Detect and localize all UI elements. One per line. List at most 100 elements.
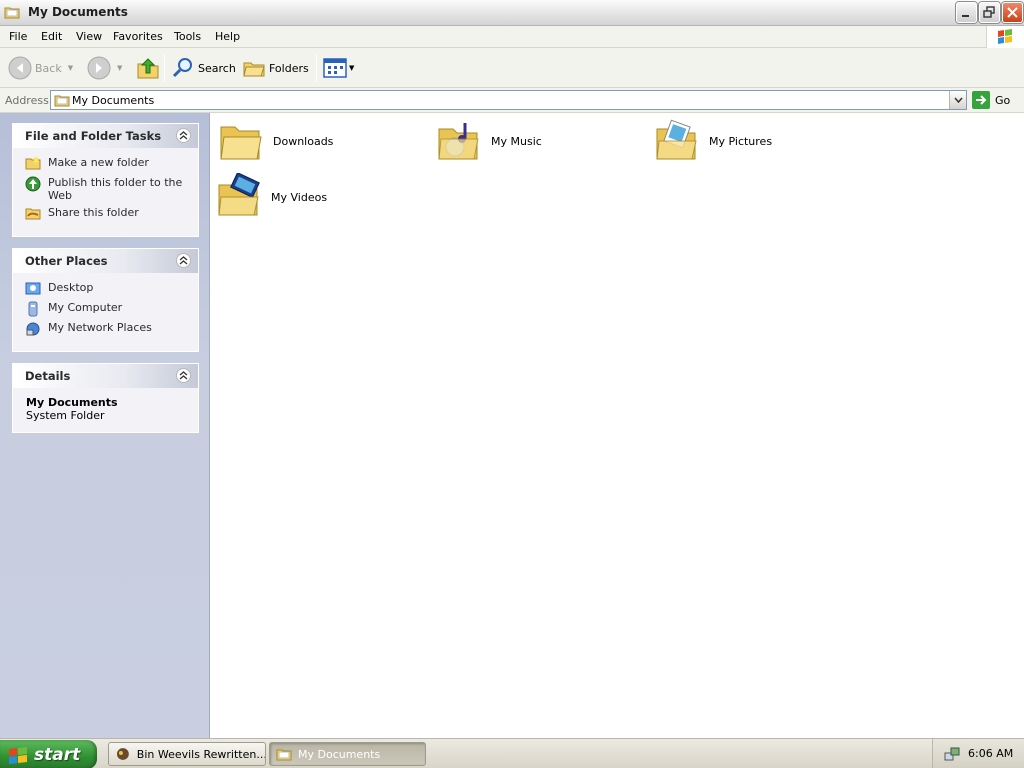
taskbar: start Bin Weevils Rewritten... My Docume… <box>0 738 1024 768</box>
go-arrow-icon <box>972 91 990 109</box>
menu-file[interactable]: File <box>9 30 27 43</box>
collapse-icon[interactable] <box>176 253 191 268</box>
windows-logo-icon <box>986 26 1024 48</box>
window-title: My Documents <box>28 5 128 19</box>
videos-folder-icon <box>218 173 260 216</box>
folder-my-videos[interactable]: My Videos <box>215 171 327 223</box>
documents-icon <box>276 749 292 761</box>
place-label: My Network Places <box>48 321 152 334</box>
forward-arrow-icon <box>87 56 111 80</box>
windows-logo-icon <box>9 746 27 764</box>
close-button[interactable] <box>1002 2 1023 23</box>
panel-header[interactable]: Details <box>13 364 198 388</box>
place-label: Desktop <box>48 281 94 294</box>
details-panel: Details My Documents System Folder <box>12 363 199 433</box>
views-icon <box>323 58 347 78</box>
folder-icon <box>220 126 262 160</box>
computer-icon <box>28 301 38 317</box>
documents-icon <box>54 93 70 110</box>
share-folder-icon <box>25 208 41 220</box>
toolbar-separator <box>316 54 317 82</box>
search-icon <box>172 58 192 78</box>
network-icon <box>26 322 40 336</box>
network-tray-icon[interactable] <box>943 745 961 763</box>
new-folder-icon <box>25 156 41 170</box>
collapse-icon[interactable] <box>176 368 191 383</box>
other-places-panel: Other Places Desktop My Computer My Netw… <box>12 248 199 352</box>
folder-downloads[interactable]: Downloads <box>217 115 333 167</box>
folder-my-music[interactable]: My Music <box>435 115 542 167</box>
details-name: My Documents <box>26 396 118 409</box>
task-publish-to-web[interactable]: Publish this folder to the Web <box>25 176 188 202</box>
taskbar-item-bin-weevils[interactable]: Bin Weevils Rewritten... <box>108 742 266 766</box>
title-bar[interactable]: My Documents <box>0 0 1024 26</box>
menu-view[interactable]: View <box>76 30 102 43</box>
globe-icon <box>25 176 41 192</box>
task-pane: File and Folder Tasks Make a new folder … <box>0 113 210 738</box>
folders-button[interactable]: Folders <box>242 54 309 82</box>
taskbar-item-label: Bin Weevils Rewritten... <box>136 747 265 761</box>
item-label: My Videos <box>271 190 328 204</box>
system-tray: 6:06 AM <box>932 739 1024 768</box>
taskbar-item-my-documents[interactable]: My Documents <box>269 742 426 766</box>
folder-icon <box>4 5 20 19</box>
taskbar-item-label: My Documents <box>298 747 381 761</box>
task-share-folder[interactable]: Share this folder <box>25 206 188 226</box>
toolbar: Back ▼ ▼ Search Folders ▼ <box>0 48 1024 88</box>
search-label: Search <box>198 61 236 75</box>
panel-title: File and Folder Tasks <box>25 129 162 143</box>
item-label: My Music <box>491 134 542 148</box>
chevron-down-icon <box>953 97 963 103</box>
music-folder-icon <box>438 123 479 160</box>
panel-header[interactable]: File and Folder Tasks <box>13 124 198 148</box>
search-button[interactable]: Search <box>171 54 236 82</box>
back-button[interactable]: Back ▼ <box>8 54 73 82</box>
task-make-new-folder[interactable]: Make a new folder <box>25 156 188 176</box>
forward-dropdown-icon[interactable]: ▼ <box>117 64 122 72</box>
menu-tools[interactable]: Tools <box>174 30 201 43</box>
desktop-icon <box>25 282 41 295</box>
place-my-computer[interactable]: My Computer <box>25 301 188 321</box>
start-label: start <box>34 744 81 765</box>
menu-favorites[interactable]: Favorites <box>113 30 163 43</box>
task-label: Share this folder <box>48 206 139 219</box>
menu-bar: File Edit View Favorites Tools Help <box>0 26 1024 48</box>
back-arrow-icon <box>8 56 32 80</box>
menu-help[interactable]: Help <box>215 30 240 43</box>
file-view[interactable]: Downloads My Music My Pictures My Videos <box>211 113 1024 738</box>
back-label: Back <box>35 61 62 75</box>
place-my-network-places[interactable]: My Network Places <box>25 321 188 341</box>
go-button[interactable]: Go <box>972 91 1010 109</box>
folders-label: Folders <box>269 61 309 75</box>
address-input[interactable]: My Documents <box>50 90 967 110</box>
up-folder-icon <box>137 58 159 79</box>
place-desktop[interactable]: Desktop <box>25 281 188 301</box>
menu-edit[interactable]: Edit <box>41 30 62 43</box>
back-dropdown-icon[interactable]: ▼ <box>68 64 73 72</box>
address-dropdown-button[interactable] <box>949 91 966 109</box>
panel-title: Other Places <box>25 254 108 268</box>
views-dropdown-icon[interactable]: ▼ <box>349 64 354 72</box>
panel-header[interactable]: Other Places <box>13 249 198 273</box>
views-button[interactable]: ▼ <box>323 54 354 82</box>
details-type: System Folder <box>26 409 105 422</box>
application-icon <box>116 748 129 760</box>
item-label: My Pictures <box>709 134 773 148</box>
pictures-folder-icon <box>656 119 697 160</box>
up-folder-button[interactable] <box>136 54 160 82</box>
start-button[interactable]: start <box>0 740 97 768</box>
item-label: Downloads <box>273 134 334 148</box>
restore-button[interactable] <box>979 2 1000 23</box>
forward-button[interactable]: ▼ <box>87 54 122 82</box>
file-folder-tasks-panel: File and Folder Tasks Make a new folder … <box>12 123 199 237</box>
panel-title: Details <box>25 369 71 383</box>
toolbar-separator <box>164 54 165 82</box>
folder-my-pictures[interactable]: My Pictures <box>653 115 772 167</box>
task-label: Make a new folder <box>48 156 149 169</box>
folders-icon <box>243 62 265 77</box>
minimize-button[interactable] <box>956 2 977 23</box>
clock[interactable]: 6:06 AM <box>968 747 1013 760</box>
address-value: My Documents <box>72 94 155 107</box>
collapse-icon[interactable] <box>176 128 191 143</box>
place-label: My Computer <box>48 301 123 314</box>
